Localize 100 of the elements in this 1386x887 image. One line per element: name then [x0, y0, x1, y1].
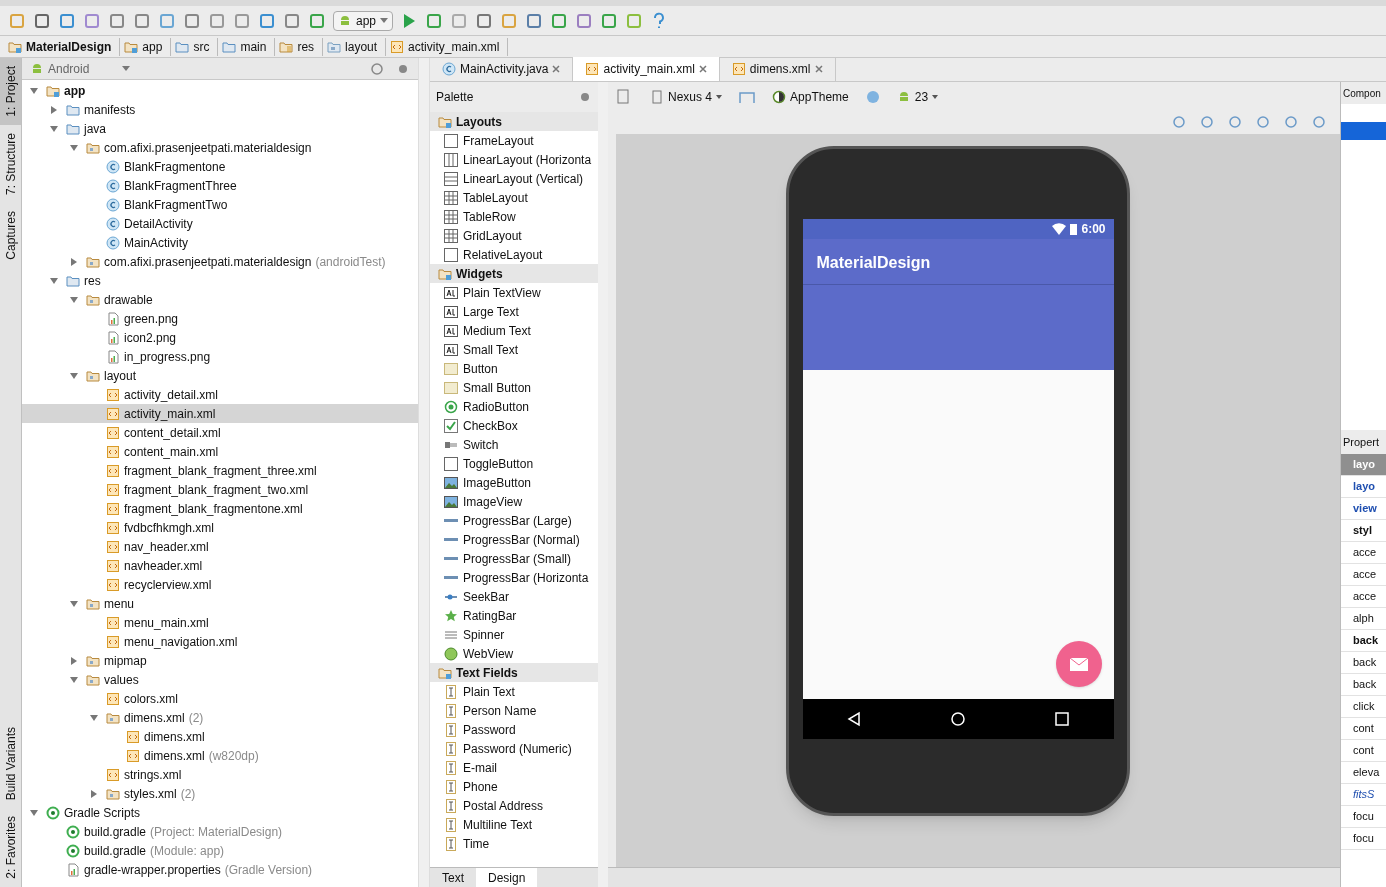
tree-item[interactable]: gradle-wrapper.properties (Gradle Version) — [22, 860, 418, 879]
expanded-arrow-icon[interactable] — [69, 294, 79, 305]
tree-item[interactable]: drawable — [22, 290, 418, 309]
rotate-icon[interactable] — [738, 89, 757, 105]
property-name[interactable]: focu — [1341, 806, 1386, 828]
view-tab[interactable]: Text — [430, 868, 476, 887]
property-name[interactable]: back — [1341, 652, 1386, 674]
property-name[interactable]: acce — [1341, 586, 1386, 608]
palette-item[interactable]: ImageButton — [430, 473, 598, 492]
tree-item[interactable]: dimens.xml (2) — [22, 708, 418, 727]
scrollbar[interactable] — [598, 82, 608, 887]
property-name[interactable]: cont — [1341, 718, 1386, 740]
tree-item[interactable]: build.gradle (Module: app) — [22, 841, 418, 860]
tree-item[interactable]: colors.xml — [22, 689, 418, 708]
palette-item[interactable]: Postal Address — [430, 796, 598, 815]
globe-icon[interactable] — [864, 89, 881, 105]
tree-item[interactable]: navheader.xml — [22, 556, 418, 575]
palette-item[interactable]: Password — [430, 720, 598, 739]
palette-item[interactable]: Small Button — [430, 378, 598, 397]
tree-item[interactable]: menu_main.xml — [22, 613, 418, 632]
breadcrumb[interactable]: activity_main.xml — [390, 37, 509, 56]
api-dropdown[interactable]: 23 — [896, 88, 939, 106]
tree-item[interactable]: menu_navigation.xml — [22, 632, 418, 651]
palette-item[interactable]: WebView — [430, 644, 598, 663]
tree-item[interactable]: icon2.png — [22, 328, 418, 347]
expanded-arrow-icon[interactable] — [69, 598, 79, 609]
property-name[interactable]: fitsS — [1341, 784, 1386, 806]
palette-item[interactable]: ProgressBar (Normal) — [430, 530, 598, 549]
tree-item[interactable]: dimens.xml (w820dp) — [22, 746, 418, 765]
breadcrumb[interactable]: layout — [327, 37, 387, 56]
palette-item[interactable]: SeekBar — [430, 587, 598, 606]
view-tab[interactable]: Design — [476, 868, 538, 887]
tree-item[interactable]: MainActivity — [22, 233, 418, 252]
tree-item[interactable]: styles.xml (2) — [22, 784, 418, 803]
collapsed-arrow-icon[interactable] — [69, 256, 79, 267]
palette-item[interactable]: Button — [430, 359, 598, 378]
tree-item[interactable]: content_main.xml — [22, 442, 418, 461]
palette-item[interactable]: Switch — [430, 435, 598, 454]
expanded-arrow-icon[interactable] — [69, 674, 79, 685]
property-name[interactable]: acce — [1341, 564, 1386, 586]
palette-item[interactable]: RelativeLayout — [430, 245, 598, 264]
breadcrumb[interactable]: main — [222, 37, 276, 56]
palette-item[interactable]: Small Text — [430, 340, 598, 359]
expanded-arrow-icon[interactable] — [69, 370, 79, 381]
palette-item[interactable]: Medium Text — [430, 321, 598, 340]
close-icon[interactable] — [698, 65, 707, 73]
property-name[interactable]: view — [1341, 498, 1386, 520]
tree-item[interactable]: content_detail.xml — [22, 423, 418, 442]
tree-item[interactable]: dimens.xml — [22, 727, 418, 746]
property-name[interactable]: eleva — [1341, 762, 1386, 784]
palette-item[interactable]: CheckBox — [430, 416, 598, 435]
palette-item[interactable]: ProgressBar (Small) — [430, 549, 598, 568]
tree-item[interactable]: activity_main.xml — [22, 404, 418, 423]
home-icon[interactable] — [950, 711, 966, 727]
property-name[interactable]: layo — [1341, 476, 1386, 498]
mail-fab[interactable] — [1055, 641, 1102, 687]
property-name[interactable]: click — [1341, 696, 1386, 718]
collapsed-arrow-icon[interactable] — [49, 104, 59, 115]
tree-item[interactable]: BlankFragmentTwo — [22, 195, 418, 214]
tree-item[interactable]: DetailActivity — [22, 214, 418, 233]
palette-item[interactable]: GridLayout — [430, 226, 598, 245]
side-tab[interactable]: 2: Favorites — [0, 808, 21, 887]
collapsed-arrow-icon[interactable] — [89, 788, 99, 799]
tree-item[interactable]: strings.xml — [22, 765, 418, 784]
editor-tab[interactable]: activity_main.xml — [573, 57, 720, 81]
palette-item[interactable]: LinearLayout (Vertical) — [430, 169, 598, 188]
palette-item[interactable]: RadioButton — [430, 397, 598, 416]
tree-item[interactable]: fvdbcfhkmgh.xml — [22, 518, 418, 537]
tree-item[interactable]: activity_detail.xml — [22, 385, 418, 404]
tree-item[interactable]: com.afixi.prasenjeetpati.materialdesign (androidTest) — [22, 252, 418, 271]
palette-item[interactable]: RatingBar — [430, 606, 598, 625]
palette-item[interactable]: Plain Text — [430, 682, 598, 701]
palette-item[interactable]: ImageView — [430, 492, 598, 511]
palette-item[interactable]: Multiline Text — [430, 815, 598, 834]
palette-group[interactable]: Widgets — [430, 264, 598, 283]
palette-group[interactable]: Text Fields — [430, 663, 598, 682]
palette-group[interactable]: Layouts — [430, 112, 598, 131]
tree-item[interactable]: build.gradle (Project: MaterialDesign) — [22, 822, 418, 841]
tree-item[interactable]: values — [22, 670, 418, 689]
theme-dropdown[interactable]: AppTheme — [772, 88, 849, 106]
palette-item[interactable]: Phone — [430, 777, 598, 796]
scrollbar[interactable] — [418, 58, 430, 887]
expanded-arrow-icon[interactable] — [49, 123, 59, 134]
palette-item[interactable]: ProgressBar (Large) — [430, 511, 598, 530]
tree-item[interactable]: manifests — [22, 100, 418, 119]
tree-item[interactable]: java — [22, 119, 418, 138]
tree-item[interactable]: mipmap — [22, 651, 418, 670]
property-name[interactable]: back — [1341, 674, 1386, 696]
tree-item[interactable]: layout — [22, 366, 418, 385]
breadcrumb[interactable]: MaterialDesign — [8, 37, 121, 56]
palette-item[interactable]: TableLayout — [430, 188, 598, 207]
tree-item[interactable]: menu — [22, 594, 418, 613]
side-tab[interactable]: 1: Project — [0, 58, 21, 125]
palette-item[interactable]: LinearLayout (Horizonta — [430, 150, 598, 169]
overview-icon[interactable] — [1053, 711, 1070, 727]
property-name[interactable]: acce — [1341, 542, 1386, 564]
expanded-arrow-icon[interactable] — [89, 712, 99, 723]
device-dropdown[interactable]: Nexus 4 — [650, 88, 723, 106]
tree-item[interactable]: fragment_blank_fragmentone.xml — [22, 499, 418, 518]
tree-item[interactable]: in_progress.png — [22, 347, 418, 366]
